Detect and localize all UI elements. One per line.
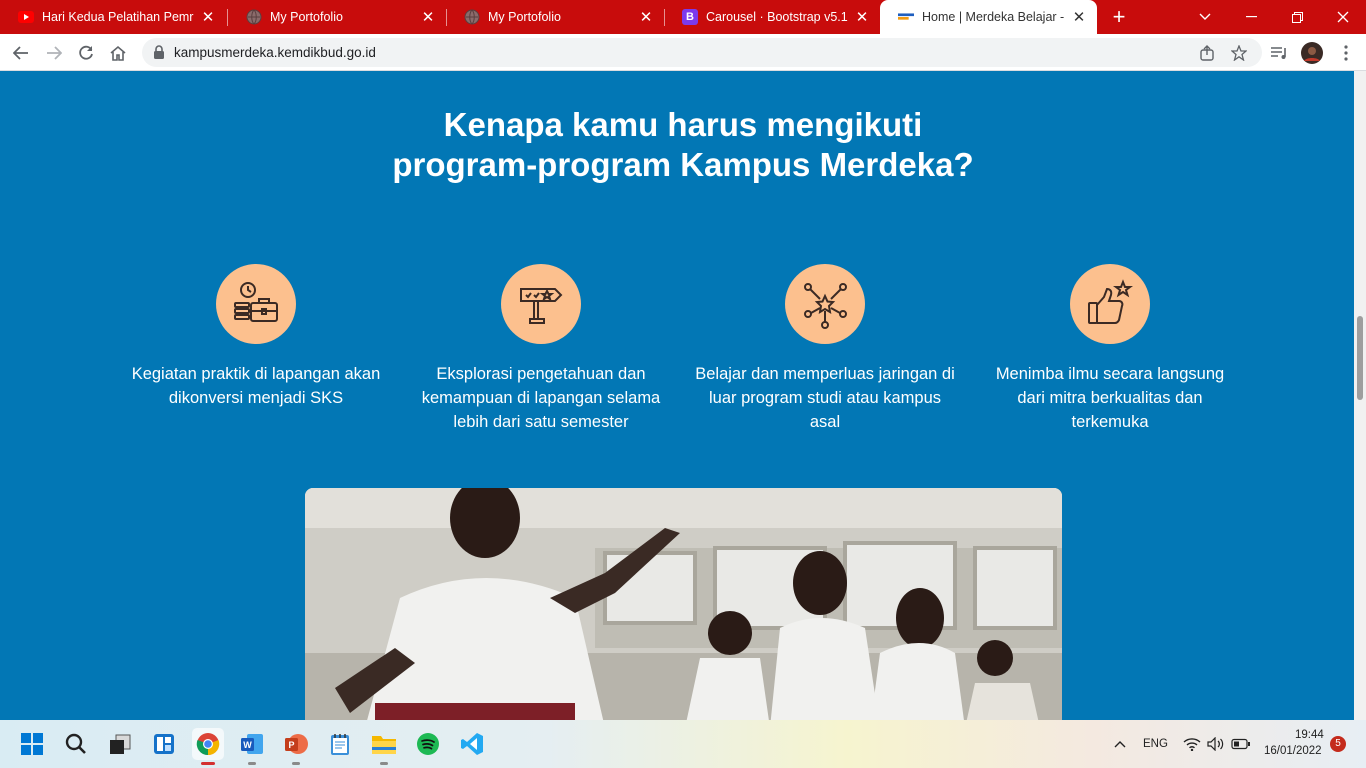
windows-start-icon[interactable] bbox=[16, 728, 48, 760]
clock-date[interactable]: 16/01/2022 bbox=[1264, 745, 1322, 757]
close-icon[interactable]: ✕ bbox=[420, 8, 436, 26]
svg-text:P: P bbox=[288, 740, 294, 750]
feature-sks-conversion: Kegiatan praktik di lapangan akan dikonv… bbox=[126, 264, 386, 410]
bootstrap-icon: B bbox=[682, 9, 698, 25]
kampus-merdeka-icon bbox=[898, 9, 914, 25]
widgets-icon[interactable] bbox=[148, 728, 180, 760]
file-explorer-icon[interactable] bbox=[368, 728, 400, 765]
page-scrollbar[interactable] bbox=[1354, 71, 1366, 720]
tab-title: Hari Kedua Pelatihan Pemrog bbox=[42, 10, 194, 24]
scrollbar-thumb[interactable] bbox=[1357, 316, 1363, 400]
tab-portofolio-2[interactable]: My Portofolio ✕ bbox=[446, 0, 664, 34]
restore-button[interactable] bbox=[1274, 0, 1320, 34]
powerpoint-icon[interactable]: P bbox=[280, 728, 312, 765]
briefcase-clock-icon bbox=[216, 264, 296, 344]
tab-title: My Portofolio bbox=[488, 10, 561, 24]
clock-time[interactable]: 19:44 bbox=[1295, 729, 1324, 741]
headline-line-2: program-program Kampus Merdeka? bbox=[392, 146, 974, 183]
tab-title: Carousel · Bootstrap v5.1 bbox=[706, 10, 848, 24]
volume-icon[interactable] bbox=[1206, 728, 1226, 760]
home-icon[interactable] bbox=[105, 40, 131, 66]
active-indicator bbox=[201, 762, 215, 765]
browser-toolbar: kampusmerdeka.kemdikbud.go.id bbox=[0, 34, 1366, 71]
feature-text: Kegiatan praktik di lapangan akan dikonv… bbox=[131, 365, 381, 407]
running-indicator bbox=[248, 762, 256, 765]
feature-text: Eksplorasi pengetahuan dan kemampuan di … bbox=[421, 365, 661, 431]
chevron-up-icon[interactable] bbox=[1108, 728, 1132, 760]
spotify-icon[interactable] bbox=[412, 728, 444, 760]
network-star-icon bbox=[785, 264, 865, 344]
tab-bootstrap[interactable]: B Carousel · Bootstrap v5.1 ✕ bbox=[664, 0, 880, 34]
word-icon[interactable]: W bbox=[236, 728, 268, 765]
feature-partners: Menimba ilmu secara langsung dari mitra … bbox=[980, 264, 1240, 434]
svg-text:W: W bbox=[243, 740, 252, 750]
address-bar[interactable]: kampusmerdeka.kemdikbud.go.id bbox=[142, 38, 1262, 67]
forward-arrow-icon[interactable] bbox=[41, 40, 67, 66]
signpost-icon bbox=[501, 264, 581, 344]
close-icon[interactable]: ✕ bbox=[854, 8, 870, 26]
tab-merdeka-belajar[interactable]: Home | Merdeka Belajar - Ka ✕ bbox=[880, 0, 1097, 34]
youtube-icon bbox=[18, 9, 34, 25]
wifi-icon[interactable] bbox=[1182, 728, 1202, 760]
close-icon[interactable]: ✕ bbox=[200, 8, 216, 26]
feature-network: Belajar dan memperluas jaringan di luar … bbox=[695, 264, 955, 434]
headline-line-1: Kenapa kamu harus mengikuti bbox=[443, 106, 923, 143]
vscode-icon[interactable] bbox=[456, 728, 488, 760]
globe-icon bbox=[246, 9, 262, 25]
new-tab-button[interactable]: + bbox=[1106, 5, 1132, 29]
notification-badge[interactable]: 5 bbox=[1330, 736, 1346, 752]
feature-text: Menimba ilmu secara langsung dari mitra … bbox=[995, 365, 1225, 431]
close-icon[interactable]: ✕ bbox=[1071, 8, 1087, 26]
minimize-button[interactable] bbox=[1228, 0, 1274, 34]
tab-youtube[interactable]: Hari Kedua Pelatihan Pemrog ✕ bbox=[0, 0, 226, 34]
menu-kebab-icon[interactable] bbox=[1333, 40, 1359, 66]
close-window-button[interactable] bbox=[1320, 0, 1366, 34]
task-view-icon[interactable] bbox=[104, 728, 136, 760]
section-heading: Kenapa kamu harus mengikuti program-prog… bbox=[0, 105, 1354, 185]
close-icon[interactable]: ✕ bbox=[638, 8, 654, 26]
page-content: Kenapa kamu harus mengikuti program-prog… bbox=[0, 71, 1354, 720]
windows-taskbar: W P ENG 19:44 16/01/2022 bbox=[0, 720, 1366, 768]
tab-title: My Portofolio bbox=[270, 10, 343, 24]
search-icon[interactable] bbox=[60, 728, 92, 760]
running-indicator bbox=[292, 762, 300, 765]
notepad-icon[interactable] bbox=[324, 728, 356, 760]
back-arrow-icon[interactable] bbox=[8, 40, 34, 66]
media-control-icon[interactable] bbox=[1266, 40, 1292, 66]
language-indicator[interactable]: ENG bbox=[1143, 738, 1168, 750]
battery-icon[interactable] bbox=[1230, 728, 1252, 760]
reload-icon[interactable] bbox=[73, 40, 99, 66]
tab-search-chevron-icon[interactable] bbox=[1182, 0, 1228, 34]
feature-text: Belajar dan memperluas jaringan di luar … bbox=[695, 365, 955, 431]
globe-icon bbox=[464, 9, 480, 25]
profile-avatar[interactable] bbox=[1299, 40, 1325, 66]
chrome-icon[interactable] bbox=[192, 728, 224, 765]
tab-title: Home | Merdeka Belajar - Ka bbox=[922, 10, 1065, 24]
tab-strip: Hari Kedua Pelatihan Pemrog ✕ My Portofo… bbox=[0, 0, 1366, 34]
running-indicator bbox=[380, 762, 388, 765]
share-icon[interactable] bbox=[1198, 44, 1216, 62]
bookmark-star-icon[interactable] bbox=[1230, 44, 1248, 62]
lock-icon[interactable] bbox=[150, 43, 168, 61]
tab-portofolio-1[interactable]: My Portofolio ✕ bbox=[228, 0, 446, 34]
thumbs-up-star-icon bbox=[1070, 264, 1150, 344]
url-text: kampusmerdeka.kemdikbud.go.id bbox=[174, 45, 376, 60]
feature-exploration: Eksplorasi pengetahuan dan kemampuan di … bbox=[411, 264, 671, 434]
students-classroom-photo bbox=[305, 488, 1062, 720]
